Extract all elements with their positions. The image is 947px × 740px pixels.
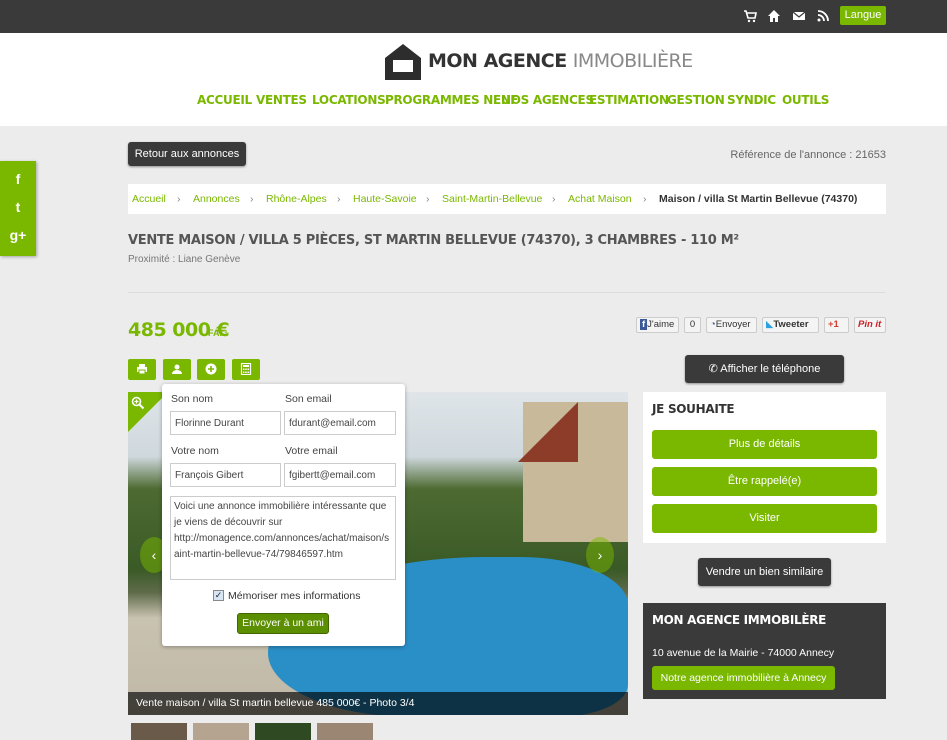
nav-programmes-neuf[interactable]: PROGRAMMES NEUF bbox=[385, 93, 519, 107]
listing-reference: Référence de l'annonce : 21653 bbox=[730, 149, 886, 161]
more-details-button[interactable]: Plus de détails bbox=[652, 430, 877, 459]
photo-thumbnail[interactable] bbox=[131, 723, 187, 740]
visit-button[interactable]: Visiter bbox=[652, 504, 877, 533]
mail-icon[interactable] bbox=[792, 9, 806, 23]
sell-similar-button[interactable]: Vendre un bien similaire bbox=[698, 558, 831, 586]
breadcrumb-haute-savoie[interactable]: Haute-Savoie bbox=[353, 193, 417, 205]
breadcrumb-separator: › bbox=[552, 193, 556, 205]
agency-panel: MON AGENCE IMMOBILÈRE 10 avenue de la Ma… bbox=[643, 603, 886, 699]
call-back-button[interactable]: Être rappelé(e) bbox=[652, 467, 877, 496]
breadcrumb-separator: › bbox=[250, 193, 254, 205]
breadcrumb-achat-maison[interactable]: Achat Maison bbox=[568, 193, 632, 205]
google-plus-one-button[interactable]: +1 bbox=[824, 317, 849, 333]
nav-syndic[interactable]: SYNDIC bbox=[727, 93, 776, 107]
photo-thumbnail[interactable] bbox=[255, 723, 311, 740]
google-plus-icon[interactable]: g+ bbox=[0, 227, 36, 243]
twitter-icon[interactable]: t bbox=[0, 199, 36, 215]
cart-icon[interactable] bbox=[743, 9, 757, 23]
price-suffix: FAI ¹ bbox=[208, 328, 228, 338]
breadcrumb-rhone-alpes[interactable]: Rhône-Alpes bbox=[266, 193, 327, 205]
zoom-icon[interactable] bbox=[131, 396, 145, 413]
nav-nos-agences[interactable]: NOS AGENCES bbox=[501, 93, 594, 107]
rss-icon[interactable] bbox=[816, 9, 830, 23]
breadcrumb-separator: › bbox=[426, 193, 430, 205]
breadcrumb: Accueil › Annonces › Rhône-Alpes › Haute… bbox=[128, 184, 886, 214]
remember-label: Mémoriser mes informations bbox=[228, 590, 361, 602]
tweet-button[interactable]: ◣Tweeter bbox=[762, 317, 819, 333]
remember-checkbox[interactable]: ✓ bbox=[213, 590, 224, 601]
roof-shape bbox=[518, 402, 578, 462]
breadcrumb-annonces[interactable]: Annonces bbox=[193, 193, 240, 205]
send-to-friend-button[interactable]: Envoyer à un ami bbox=[237, 613, 329, 634]
wish-panel-title: JE SOUHAITE bbox=[652, 402, 735, 416]
nav-accueil[interactable]: ACCUEIL bbox=[197, 93, 252, 107]
add-icon[interactable] bbox=[197, 359, 225, 380]
nav-ventes[interactable]: VENTES bbox=[256, 93, 307, 107]
pinterest-button[interactable]: Pin it bbox=[854, 317, 886, 333]
agency-address: 10 avenue de la Mairie - 74000 Annecy bbox=[652, 647, 835, 659]
your-email-input[interactable] bbox=[284, 463, 396, 487]
agency-title: MON AGENCE IMMOBILÈRE bbox=[652, 613, 827, 627]
their-name-label: Son nom bbox=[171, 393, 214, 405]
home-icon[interactable] bbox=[767, 9, 781, 23]
phone-icon: ✆ bbox=[708, 363, 721, 375]
divider bbox=[128, 292, 886, 293]
their-email-input[interactable] bbox=[284, 411, 396, 435]
your-email-label: Votre email bbox=[285, 445, 338, 457]
user-icon[interactable] bbox=[163, 359, 191, 380]
photo-thumbnail[interactable] bbox=[317, 723, 373, 740]
logo-house-icon bbox=[385, 44, 421, 80]
breadcrumb-separator: › bbox=[177, 193, 181, 205]
nav-locations[interactable]: LOCATIONS bbox=[312, 93, 386, 107]
send-to-friend-form: Son nom Son email Votre nom Votre email … bbox=[162, 384, 405, 646]
photo-caption: Vente maison / villa St martin bellevue … bbox=[128, 692, 628, 715]
next-photo-arrow[interactable]: › bbox=[586, 537, 614, 573]
top-bar: Langue bbox=[0, 0, 947, 33]
listing-title: VENTE MAISON / VILLA 5 PIÈCES, ST MARTIN… bbox=[128, 233, 739, 248]
like-count: 0 bbox=[684, 317, 701, 333]
print-icon[interactable] bbox=[128, 359, 156, 380]
message-textarea[interactable]: Voici une annonce immobilière intéressan… bbox=[170, 496, 396, 580]
wish-panel: JE SOUHAITE Plus de détails Être rappelé… bbox=[643, 392, 886, 543]
header: MON AGENCE IMMOBILIÈRE ACCUEIL VENTES LO… bbox=[0, 33, 947, 126]
listing-proximity: Proximité : Liane Genève bbox=[128, 254, 241, 265]
breadcrumb-separator: › bbox=[643, 193, 647, 205]
your-name-input[interactable] bbox=[170, 463, 281, 487]
send-button[interactable]: ◔Envoyer bbox=[706, 317, 757, 333]
show-phone-button[interactable]: ✆ Afficher le téléphone bbox=[685, 355, 844, 383]
nav-estimation[interactable]: ESTIMATION bbox=[589, 93, 669, 107]
your-name-label: Votre nom bbox=[171, 445, 219, 457]
photo-thumbnail[interactable] bbox=[193, 723, 249, 740]
back-to-listings-button[interactable]: Retour aux annonces bbox=[128, 142, 246, 166]
breadcrumb-separator: › bbox=[337, 193, 341, 205]
breadcrumb-accueil[interactable]: Accueil bbox=[132, 193, 166, 205]
their-name-input[interactable] bbox=[170, 411, 281, 435]
agency-link-button[interactable]: Notre agence immobilière à Annecy bbox=[652, 666, 835, 690]
breadcrumb-current: Maison / villa St Martin Bellevue (74370… bbox=[659, 193, 858, 205]
brand-name[interactable]: MON AGENCE IMMOBILIÈRE bbox=[428, 50, 693, 72]
calculator-icon[interactable] bbox=[232, 359, 260, 380]
social-sidebar: f t g+ bbox=[0, 161, 36, 256]
nav-outils[interactable]: OUTILS bbox=[782, 93, 829, 107]
their-email-label: Son email bbox=[285, 393, 332, 405]
breadcrumb-saint-martin[interactable]: Saint-Martin-Bellevue bbox=[442, 193, 542, 205]
facebook-like-button[interactable]: f J'aime bbox=[636, 317, 679, 333]
nav-gestion[interactable]: GESTION bbox=[667, 93, 725, 107]
language-button[interactable]: Langue bbox=[840, 6, 886, 25]
facebook-icon[interactable]: f bbox=[0, 171, 36, 187]
